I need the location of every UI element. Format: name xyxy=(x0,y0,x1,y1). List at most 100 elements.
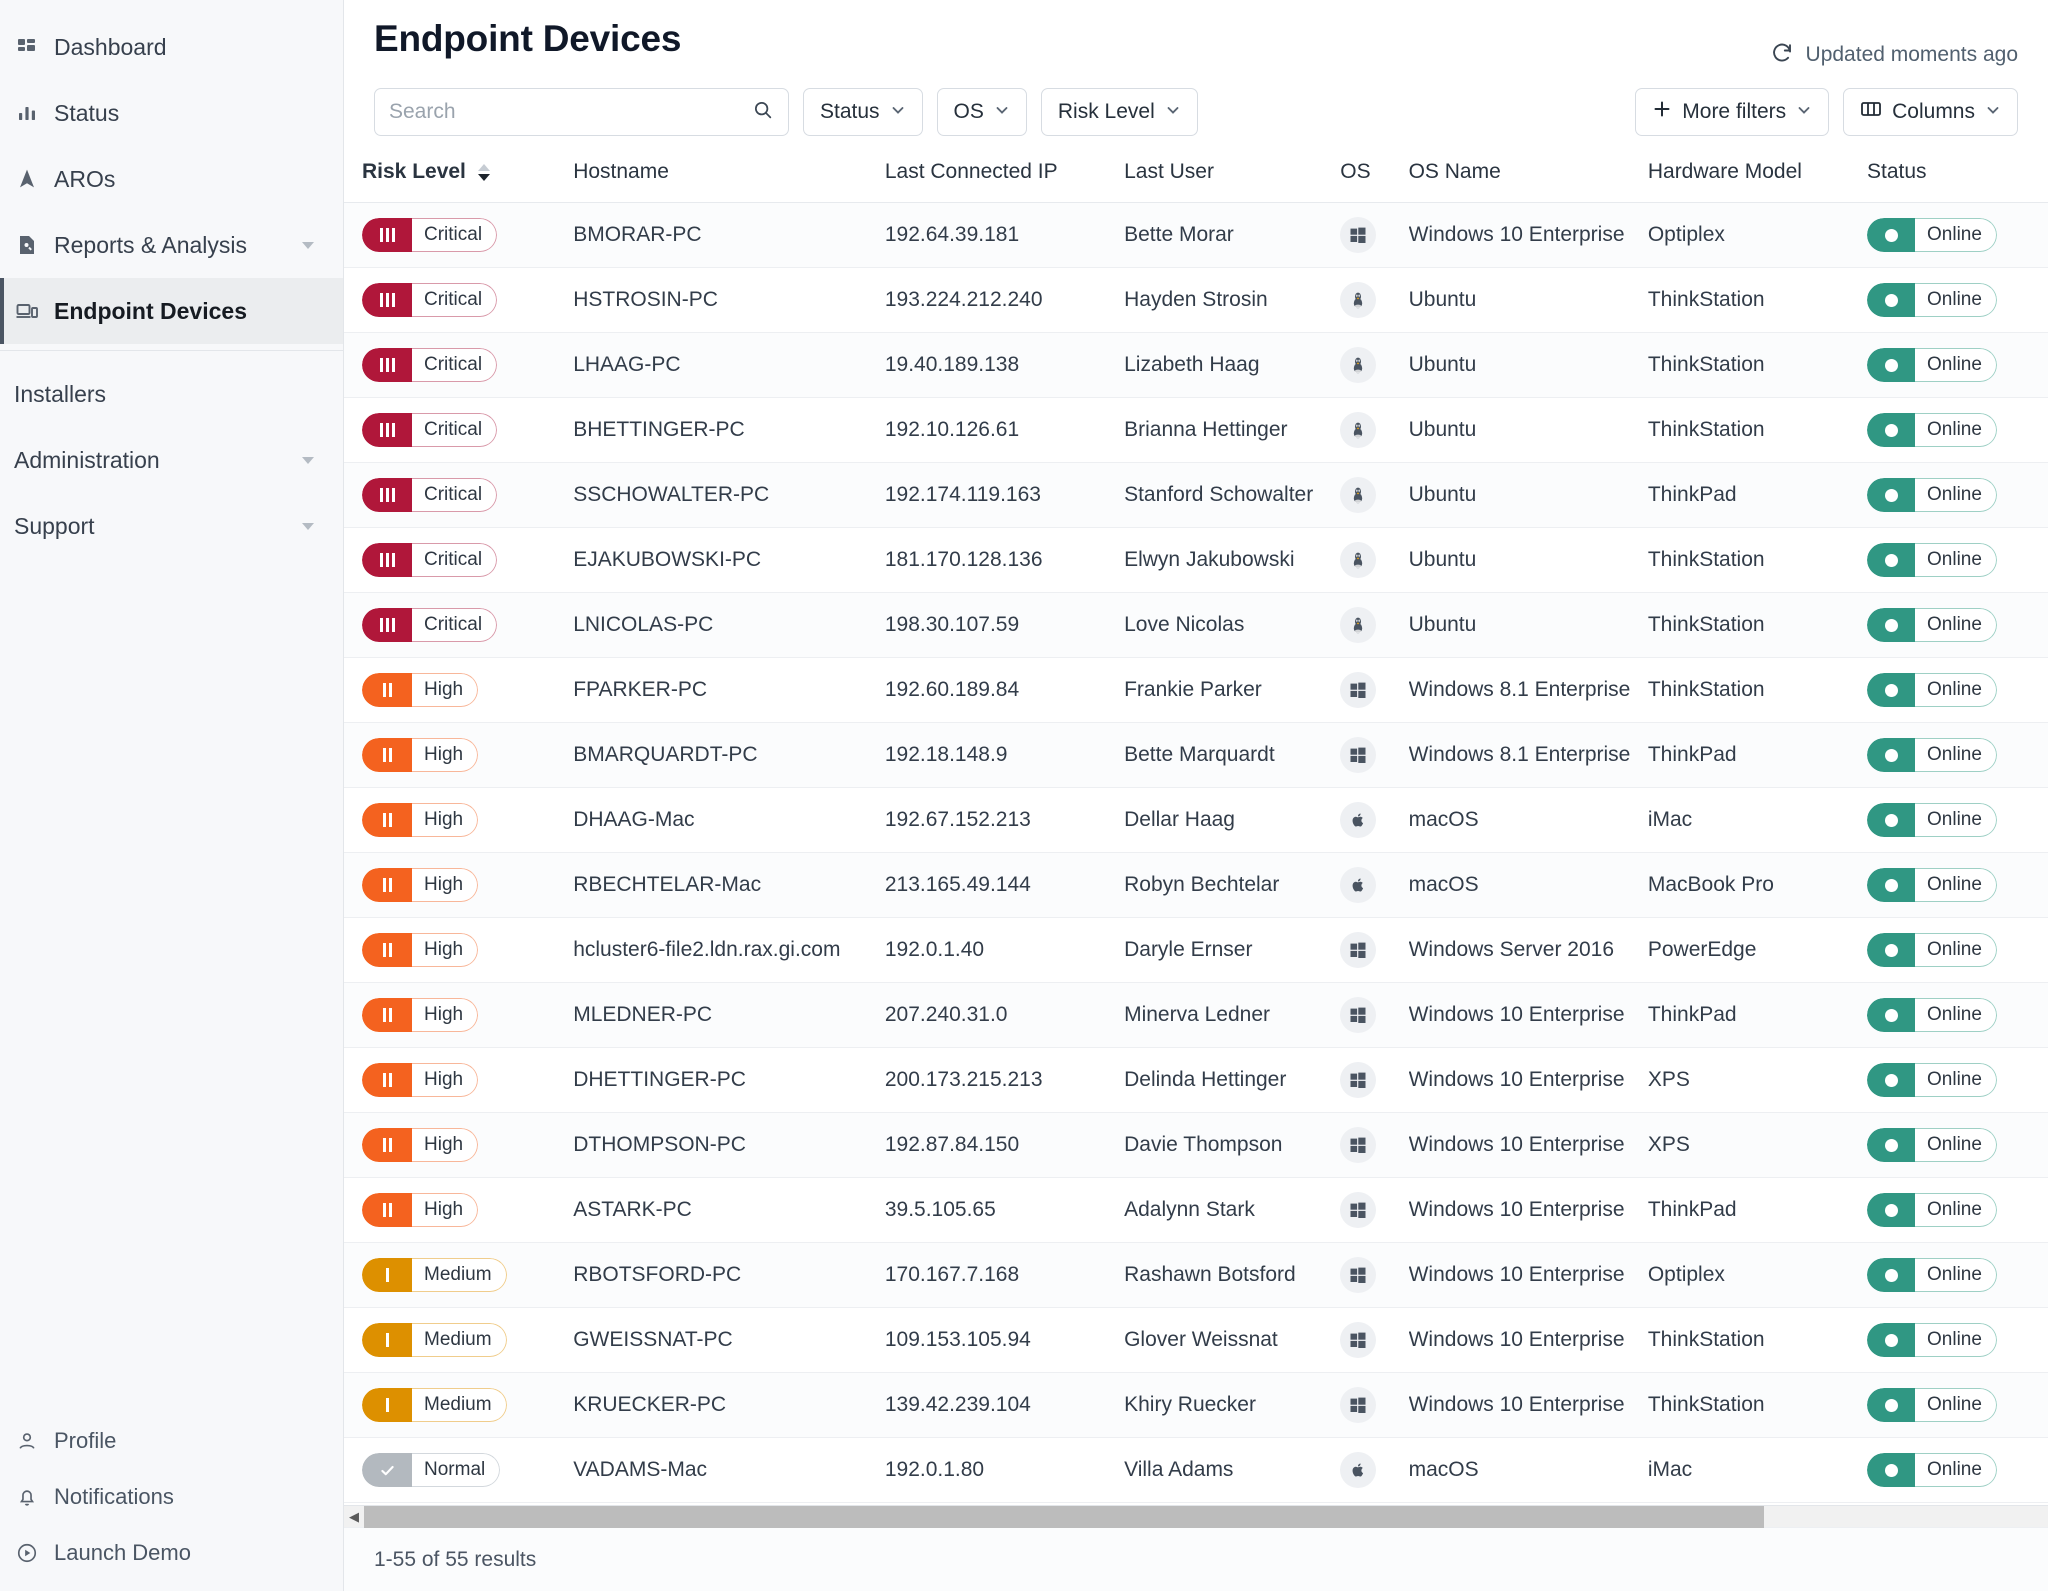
search-box[interactable] xyxy=(374,88,789,136)
cell-os xyxy=(1340,1047,1409,1113)
table-row[interactable]: High BMARQUARDT-PC 192.18.148.9 Bette Marqu… xyxy=(344,722,2048,788)
table-row[interactable]: Critical HSTROSIN-PC 193.224.212.240 Hayden… xyxy=(344,267,2048,333)
column-header-hostname[interactable]: Hostname xyxy=(573,150,885,203)
horizontal-scrollbar[interactable]: ◀ xyxy=(344,1505,2048,1528)
filter-risk-level-button[interactable]: Risk Level xyxy=(1040,88,1198,136)
severity-bars-icon xyxy=(362,868,412,902)
chevron-down-icon[interactable] xyxy=(295,513,321,539)
report-search-icon xyxy=(14,232,40,258)
column-header-risk-level[interactable]: Risk Level xyxy=(344,150,574,203)
table-row[interactable]: Critical SSCHOWALTER-PC 192.174.119.163 Sta… xyxy=(344,462,2048,528)
table-body: Critical BMORAR-PC 192.64.39.181 Bette Mora… xyxy=(344,202,2048,1503)
updated-status[interactable]: Updated moments ago xyxy=(1770,18,2018,70)
cell-hostname: MLEDNER-PC xyxy=(573,982,885,1048)
cell-hardware-model: ThinkStation xyxy=(1647,267,1867,333)
search-input[interactable] xyxy=(389,100,752,124)
table-row[interactable]: High DTHOMPSON-PC 192.87.84.150 Davie Thomp… xyxy=(344,1112,2048,1178)
cell-risk-level: Medium xyxy=(344,1307,574,1373)
sidebar-item-endpoint-devices[interactable]: Endpoint Devices xyxy=(0,278,343,344)
sidebar-item-status[interactable]: Status xyxy=(0,80,343,146)
table-row[interactable]: Medium RBOTSFORD-PC 170.167.7.168 Rashawn B… xyxy=(344,1242,2048,1308)
severity-bars-icon xyxy=(362,543,412,577)
cell-status: Online xyxy=(1867,462,2048,528)
risk-label: Critical xyxy=(412,218,498,252)
sidebar-item-administration[interactable]: Administration xyxy=(0,427,343,493)
cell-last-connected-ip: 19.40.189.138 xyxy=(884,332,1125,398)
column-header-last-user[interactable]: Last User xyxy=(1124,150,1341,203)
cell-os-name: Windows 10 Enterprise xyxy=(1408,1177,1648,1243)
filter-toolbar: Status OS Risk Level xyxy=(344,70,2048,136)
chevron-down-icon[interactable] xyxy=(295,232,321,258)
sidebar-item-installers[interactable]: Installers xyxy=(0,361,343,427)
sidebar-item-label: Reports & Analysis xyxy=(54,231,248,258)
cell-last-user: Robyn Bechtelar xyxy=(1124,852,1341,918)
linux-icon xyxy=(1340,542,1377,578)
column-label: OS xyxy=(1340,160,1371,183)
status-label: Online xyxy=(1915,803,1997,837)
sidebar-item-profile[interactable]: Profile xyxy=(0,1413,343,1469)
table-row[interactable]: High FPARKER-PC 192.60.189.84 Frankie Parke… xyxy=(344,657,2048,723)
risk-badge: Critical xyxy=(362,608,498,642)
sidebar-item-notifications[interactable]: Notifications xyxy=(0,1469,343,1525)
search-icon[interactable] xyxy=(752,99,774,126)
cell-hostname: DHETTINGER-PC xyxy=(573,1047,885,1113)
table-row[interactable]: Critical BHETTINGER-PC 192.10.126.61 Briann… xyxy=(344,397,2048,463)
sidebar-item-reports-analysis[interactable]: Reports & Analysis xyxy=(0,212,343,278)
column-header-os[interactable]: OS xyxy=(1340,150,1409,203)
table-row[interactable]: High DHETTINGER-PC 200.173.215.213 Delinda … xyxy=(344,1047,2048,1113)
table-row[interactable]: Critical BMORAR-PC 192.64.39.181 Bette Mora… xyxy=(344,202,2048,268)
cell-risk-level: High xyxy=(344,787,574,853)
cell-last-user: Love Nicolas xyxy=(1124,592,1341,658)
cell-status: Online xyxy=(1867,1047,2048,1113)
column-header-last-connected-ip[interactable]: Last Connected IP xyxy=(884,150,1125,203)
cell-hostname: KRUECKER-PC xyxy=(573,1372,885,1438)
sidebar-item-dashboard[interactable]: Dashboard xyxy=(0,14,343,80)
table-row[interactable]: Medium KRUECKER-PC 139.42.239.104 Khiry Rue… xyxy=(344,1372,2048,1438)
cell-risk-level: Critical xyxy=(344,462,574,528)
status-label: Online xyxy=(1915,608,1997,642)
table-header-row: Risk Level Hostname Last Connected IP La… xyxy=(344,150,2048,203)
risk-badge: Critical xyxy=(362,218,498,252)
chevron-down-icon[interactable] xyxy=(295,447,321,473)
severity-bars-icon xyxy=(362,803,412,837)
cell-hardware-model: XPS xyxy=(1647,1047,1867,1113)
column-header-os-name[interactable]: OS Name xyxy=(1408,150,1648,203)
more-filters-button[interactable]: More filters xyxy=(1635,88,1830,136)
table-row[interactable]: Critical LHAAG-PC 19.40.189.138 Lizabeth Ha… xyxy=(344,332,2048,398)
table-row[interactable]: Critical EJAKUBOWSKI-PC 181.170.128.136 Elw… xyxy=(344,527,2048,593)
status-label: Online xyxy=(1915,543,1997,577)
status-badge: Online xyxy=(1867,478,1997,512)
risk-label: Critical xyxy=(412,348,498,382)
cell-status: Online xyxy=(1867,202,2048,268)
refresh-icon[interactable] xyxy=(1770,40,1794,70)
cell-hostname: hcluster6-file2.ldn.rax.gi.com xyxy=(573,917,885,983)
sort-indicator-icon[interactable] xyxy=(477,163,490,181)
scroll-left-arrow-icon[interactable]: ◀ xyxy=(344,1509,364,1525)
cell-hardware-model: ThinkStation xyxy=(1647,527,1867,593)
table-row[interactable]: Normal VADAMS-Mac 192.0.1.80 Villa Adams mac… xyxy=(344,1437,2048,1503)
column-header-status[interactable]: Status xyxy=(1867,150,2048,203)
cell-status: Online xyxy=(1867,657,2048,723)
risk-badge: Normal xyxy=(362,1453,501,1487)
table-row[interactable]: High MLEDNER-PC 207.240.31.0 Minerva Ledner… xyxy=(344,982,2048,1048)
table-row[interactable]: Critical LNICOLAS-PC 198.30.107.59 Love Nic… xyxy=(344,592,2048,658)
risk-badge: Critical xyxy=(362,478,498,512)
table-row[interactable]: High ASTARK-PC 39.5.105.65 Adalynn Stark Win… xyxy=(344,1177,2048,1243)
cell-risk-level: High xyxy=(344,982,574,1048)
risk-badge: Critical xyxy=(362,543,498,577)
cell-risk-level: Normal xyxy=(344,1437,574,1503)
table-row[interactable]: High hcluster6-file2.ldn.rax.gi.com 192.0.… xyxy=(344,917,2048,983)
cell-last-connected-ip: 192.67.152.213 xyxy=(884,787,1125,853)
column-header-hardware-model[interactable]: Hardware Model xyxy=(1647,150,1867,203)
scrollbar-thumb[interactable] xyxy=(364,1505,1764,1528)
table-row[interactable]: High DHAAG-Mac 192.67.152.213 Dellar Haag ma… xyxy=(344,787,2048,853)
chevron-down-icon xyxy=(994,100,1010,124)
table-row[interactable]: Medium GWEISSNAT-PC 109.153.105.94 Glover W… xyxy=(344,1307,2048,1373)
sidebar-item-launch-demo[interactable]: Launch Demo xyxy=(0,1525,343,1581)
sidebar-item-aros[interactable]: AROs xyxy=(0,146,343,212)
table-row[interactable]: High RBECHTELAR-Mac 213.165.49.144 Robyn Be… xyxy=(344,852,2048,918)
sidebar-item-support[interactable]: Support xyxy=(0,493,343,559)
columns-button[interactable]: Columns xyxy=(1843,88,2018,136)
filter-status-button[interactable]: Status xyxy=(803,88,923,136)
filter-os-button[interactable]: OS xyxy=(936,88,1027,136)
